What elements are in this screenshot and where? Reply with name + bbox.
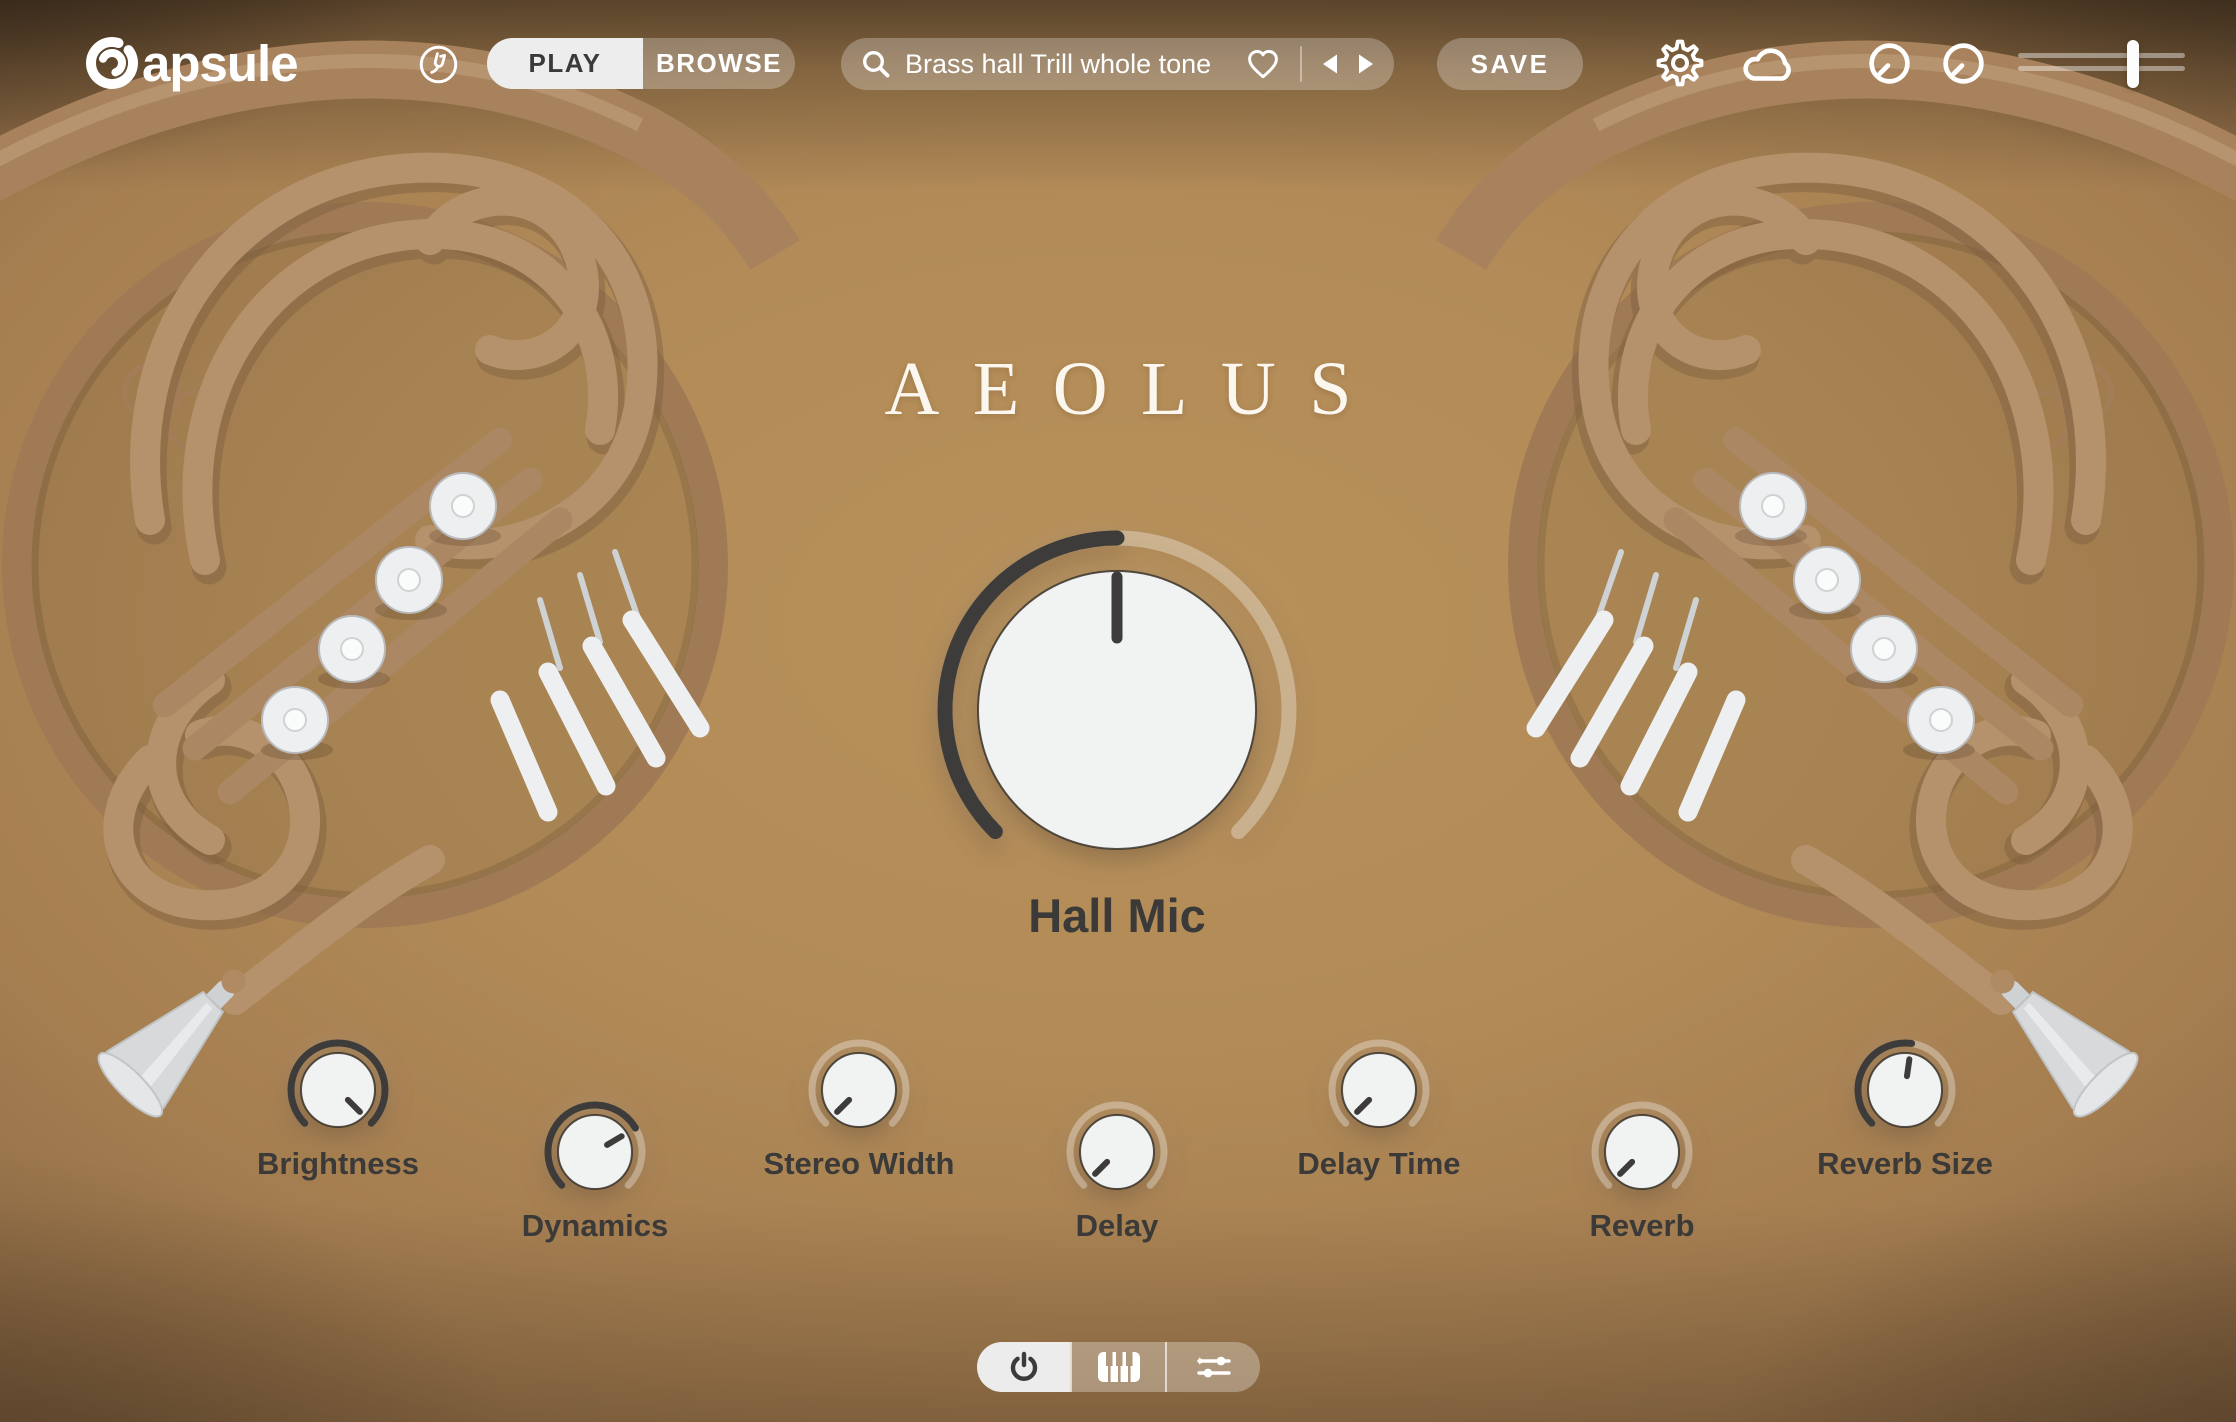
label-delay: Delay <box>937 1208 1297 1244</box>
knob-dynamics[interactable] <box>535 1092 655 1217</box>
search-icon <box>861 49 891 79</box>
knob-delay-time[interactable] <box>1319 1030 1439 1155</box>
volume-slider[interactable] <box>2018 38 2185 90</box>
capsule-logo: apsule <box>84 34 298 92</box>
heart-icon[interactable] <box>1246 48 1280 80</box>
keyboard-button[interactable] <box>1072 1342 1165 1392</box>
instrument-title: AEOLUS <box>0 346 2236 433</box>
knob-a-icon[interactable] <box>1866 40 1913 87</box>
knob-stereo-width[interactable] <box>799 1030 919 1155</box>
hall-mic-label: Hall Mic <box>937 888 1297 943</box>
capsule-logo-text: apsule <box>142 34 298 93</box>
tab-browse[interactable]: BROWSE <box>643 38 795 89</box>
label-brightness: Brightness <box>158 1146 518 1182</box>
cloud-icon[interactable] <box>1742 46 1796 84</box>
capsule-logo-c-icon <box>84 35 140 91</box>
volume-track-top <box>2018 53 2185 58</box>
save-button[interactable]: SAVE <box>1437 38 1583 90</box>
label-reverb-size: Reverb Size <box>1725 1146 2085 1182</box>
label-reverb: Reverb <box>1462 1208 1822 1244</box>
play-browse-switch: PLAY BROWSE <box>487 38 795 89</box>
knob-reverb-size[interactable] <box>1845 1030 1965 1155</box>
hall-mic-knob[interactable] <box>912 505 1322 920</box>
knob-delay[interactable] <box>1057 1092 1177 1217</box>
knob-reverb[interactable] <box>1582 1092 1702 1217</box>
plugin-window: apsule PLAY BROWSE Brass hall Trill whol… <box>0 0 2236 1422</box>
preset-search-bar[interactable]: Brass hall Trill whole tone <box>841 38 1394 90</box>
tuning-fork-button[interactable] <box>418 44 459 85</box>
label-stereo-width: Stereo Width <box>679 1146 1039 1182</box>
volume-slider-thumb[interactable] <box>2127 40 2139 88</box>
footer-view-switch <box>977 1342 1260 1392</box>
search-divider <box>1300 46 1302 82</box>
power-button[interactable] <box>977 1342 1070 1392</box>
tab-play[interactable]: PLAY <box>487 38 643 89</box>
label-dynamics: Dynamics <box>415 1208 775 1244</box>
mixer-button[interactable] <box>1167 1342 1260 1392</box>
preset-name: Brass hall Trill whole tone <box>905 49 1211 80</box>
tuning-fork-icon <box>418 44 459 85</box>
mixer-icon <box>1196 1353 1232 1381</box>
label-delay-time: Delay Time <box>1199 1146 1559 1182</box>
keyboard-icon <box>1098 1352 1140 1382</box>
volume-track-bottom <box>2018 66 2185 71</box>
knob-b-icon[interactable] <box>1940 40 1987 87</box>
prev-arrow-icon[interactable] <box>1322 53 1338 75</box>
knob-brightness[interactable] <box>278 1030 398 1155</box>
power-icon <box>1008 1351 1040 1383</box>
next-arrow-icon[interactable] <box>1358 53 1374 75</box>
gear-icon[interactable] <box>1655 37 1705 89</box>
